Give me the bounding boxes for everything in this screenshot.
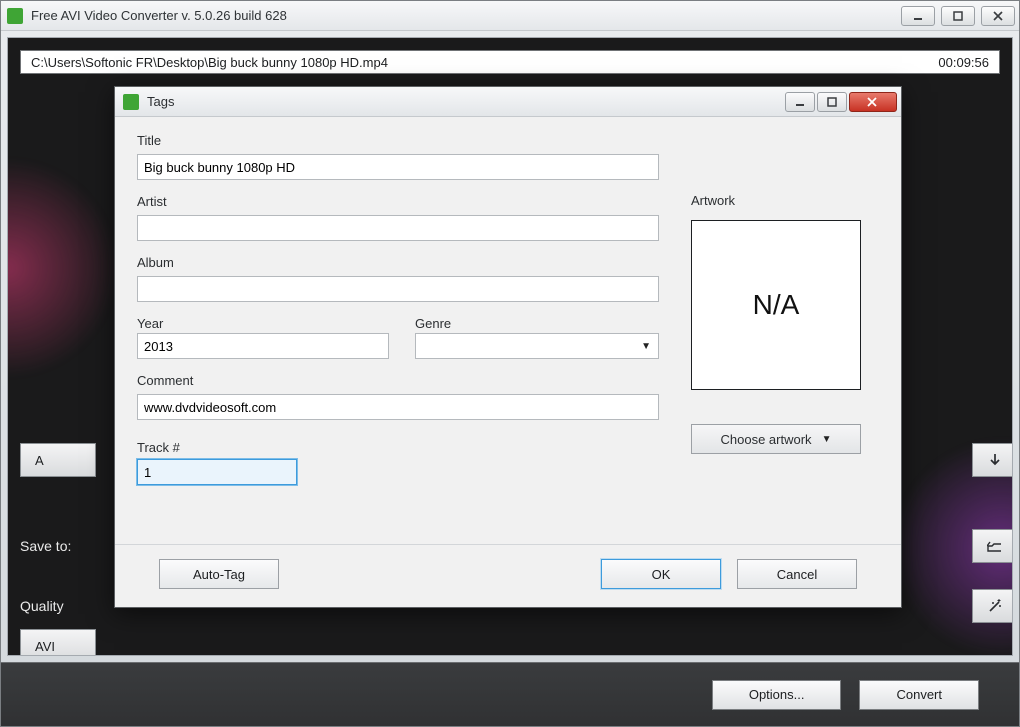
- maximize-icon: [827, 97, 837, 107]
- quality-label: Quality: [20, 598, 106, 614]
- move-down-button[interactable]: [972, 443, 1013, 477]
- dialog-close-button[interactable]: [849, 92, 897, 112]
- dialog-maximize-button[interactable]: [817, 92, 847, 112]
- bottom-bar: Options... Convert: [1, 662, 1019, 726]
- form-left-column: Title Artist Album Year Genre ▼: [137, 133, 659, 485]
- artwork-preview: N/A: [691, 220, 861, 390]
- minimize-icon: [913, 11, 923, 21]
- auto-tag-label: Auto-Tag: [193, 567, 245, 582]
- ok-button[interactable]: OK: [601, 559, 721, 589]
- comment-label: Comment: [137, 373, 659, 388]
- artist-label: Artist: [137, 194, 659, 209]
- dialog-title: Tags: [147, 94, 785, 109]
- close-icon: [993, 11, 1003, 21]
- add-button-label: A: [35, 453, 44, 468]
- wand-icon: [987, 598, 1001, 614]
- year-input[interactable]: [137, 333, 389, 359]
- dialog-titlebar: Tags: [115, 87, 901, 117]
- dialog-app-icon: [123, 94, 139, 110]
- close-button[interactable]: [981, 6, 1015, 26]
- dialog-minimize-button[interactable]: [785, 92, 815, 112]
- dialog-button-row: Auto-Tag OK Cancel: [137, 545, 879, 607]
- app-icon: [7, 8, 23, 24]
- album-input[interactable]: [137, 276, 659, 302]
- artwork-placeholder: N/A: [753, 289, 800, 321]
- avi-label: AVI: [35, 639, 55, 654]
- maximize-button[interactable]: [941, 6, 975, 26]
- window-controls: [901, 6, 1015, 26]
- track-label: Track #: [137, 440, 297, 455]
- options-button[interactable]: Options...: [712, 680, 842, 710]
- saveto-label: Save to:: [20, 538, 106, 554]
- artist-input[interactable]: [137, 215, 659, 241]
- form-grid: Title Artist Album Year Genre ▼: [137, 133, 879, 485]
- title-input[interactable]: [137, 154, 659, 180]
- preset-button[interactable]: [972, 589, 1013, 623]
- track-input[interactable]: [137, 459, 297, 485]
- arrow-down-icon: [987, 452, 1001, 468]
- artwork-label: Artwork: [691, 193, 879, 208]
- auto-tag-button[interactable]: Auto-Tag: [159, 559, 279, 589]
- format-avi-button[interactable]: AVI: [20, 629, 96, 656]
- year-genre-row: Year Genre ▼: [137, 306, 659, 359]
- album-label: Album: [137, 255, 659, 270]
- ok-label: OK: [652, 567, 671, 582]
- genre-label: Genre: [415, 316, 659, 331]
- convert-button[interactable]: Convert: [859, 680, 979, 710]
- browse-button[interactable]: [972, 529, 1013, 563]
- close-icon: [867, 97, 879, 107]
- add-button[interactable]: A: [20, 443, 96, 477]
- cancel-button[interactable]: Cancel: [737, 559, 857, 589]
- file-row[interactable]: C:\Users\Softonic FR\Desktop\Big buck bu…: [20, 50, 1000, 74]
- minimize-icon: [795, 97, 805, 107]
- choose-artwork-label: Choose artwork: [721, 432, 812, 447]
- file-path: C:\Users\Softonic FR\Desktop\Big buck bu…: [31, 55, 938, 70]
- dialog-body: Title Artist Album Year Genre ▼: [115, 117, 901, 607]
- choose-artwork-button[interactable]: Choose artwork ▼: [691, 424, 861, 454]
- minimize-button[interactable]: [901, 6, 935, 26]
- folder-open-icon: [987, 539, 1001, 553]
- main-titlebar: Free AVI Video Converter v. 5.0.26 build…: [1, 1, 1019, 31]
- options-label: Options...: [749, 687, 805, 702]
- convert-label: Convert: [896, 687, 942, 702]
- background-glow-left: [7, 158, 118, 378]
- genre-select[interactable]: [415, 333, 659, 359]
- year-label: Year: [137, 316, 389, 331]
- file-duration: 00:09:56: [938, 55, 989, 70]
- title-label: Title: [137, 133, 659, 148]
- form-right-column: Artwork N/A Choose artwork ▼: [691, 133, 879, 485]
- chevron-down-icon: ▼: [822, 434, 832, 445]
- comment-input[interactable]: [137, 394, 659, 420]
- maximize-icon: [953, 11, 963, 21]
- main-window-title: Free AVI Video Converter v. 5.0.26 build…: [31, 8, 901, 23]
- tags-dialog: Tags Title Artist Album Year: [114, 86, 902, 608]
- cancel-label: Cancel: [777, 567, 817, 582]
